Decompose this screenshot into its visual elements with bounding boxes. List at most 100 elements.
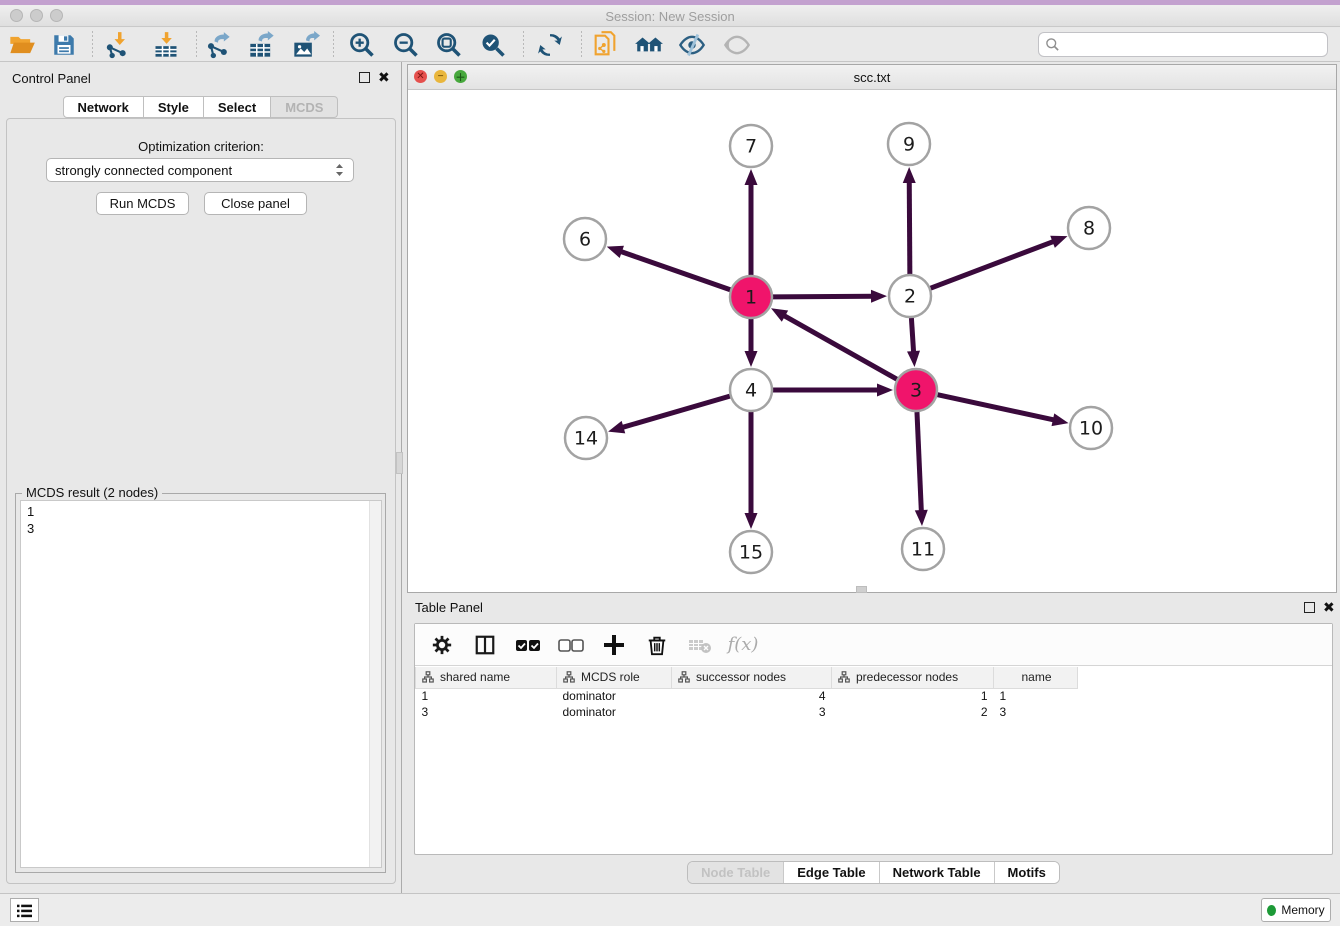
edge-arrowhead <box>1050 236 1067 248</box>
hide-selected-icon[interactable] <box>677 30 707 60</box>
search-input[interactable] <box>1060 35 1327 55</box>
graph-node-7[interactable]: 7 <box>730 125 772 167</box>
table-cell[interactable]: 1 <box>832 688 994 704</box>
column-header-MCDS-role[interactable]: MCDS role <box>557 667 672 688</box>
tab-network-table[interactable]: Network Table <box>880 862 995 883</box>
edge-3-11[interactable] <box>917 412 921 513</box>
graph-node-10[interactable]: 10 <box>1070 407 1112 449</box>
mcds-result-scrollbar[interactable] <box>369 501 381 867</box>
edge-3-10[interactable] <box>937 395 1055 421</box>
tab-node-table[interactable]: Node Table <box>688 862 784 883</box>
graph-node-15[interactable]: 15 <box>730 531 772 573</box>
search-box[interactable] <box>1038 32 1328 57</box>
table-cell[interactable]: 3 <box>416 704 557 720</box>
table-panel: Table Panel ✖ f(x) <box>407 595 1340 893</box>
network-window-titlebar[interactable]: ✕ − ＋ scc.txt <box>408 65 1336 90</box>
tab-style[interactable]: Style <box>144 96 204 118</box>
memory-status-dot <box>1267 905 1276 916</box>
graph-node-2[interactable]: 2 <box>889 275 931 317</box>
mcds-tab-content: Optimization criterion: strongly connect… <box>6 118 396 884</box>
optimization-criterion-value: strongly connected component <box>55 163 232 178</box>
delete-table-icon <box>687 632 713 658</box>
zoom-selected-icon[interactable] <box>478 30 508 60</box>
tab-select[interactable]: Select <box>204 96 271 118</box>
graph-node-3[interactable]: 3 <box>895 369 937 411</box>
tab-motifs[interactable]: Motifs <box>995 862 1059 883</box>
panel-divider-handle[interactable] <box>396 452 403 474</box>
task-history-button[interactable] <box>10 898 39 922</box>
table-toolbar: f(x) <box>415 624 1332 666</box>
deselect-all-icon[interactable] <box>558 632 584 658</box>
graph-node-9[interactable]: 9 <box>888 123 930 165</box>
first-neighbors-icon[interactable] <box>634 30 664 60</box>
graph-node-6[interactable]: 6 <box>564 218 606 260</box>
tab-edge-table[interactable]: Edge Table <box>784 862 879 883</box>
apply-layout-icon[interactable] <box>535 30 565 60</box>
export-network-icon[interactable] <box>203 30 233 60</box>
main-toolbar <box>0 28 1340 62</box>
table-divider-handle[interactable] <box>856 586 867 593</box>
table-cell[interactable]: dominator <box>557 704 672 720</box>
edge-2-9[interactable] <box>909 180 910 274</box>
edge-1-6[interactable] <box>619 251 730 290</box>
table-row[interactable]: 1dominator411 <box>416 688 1078 704</box>
node-table[interactable]: shared nameMCDS rolesuccessor nodesprede… <box>415 667 1078 720</box>
column-header-successor-nodes[interactable]: successor nodes <box>672 667 832 688</box>
edge-3-1[interactable] <box>782 315 896 380</box>
close-panel-icon[interactable]: ✖ <box>378 69 390 86</box>
svg-text:7: 7 <box>745 136 757 158</box>
titlebar: Session: New Session <box>0 5 1340 27</box>
edge-4-14[interactable] <box>621 396 730 428</box>
toolbar-separator <box>92 31 93 59</box>
table-cell[interactable]: dominator <box>557 688 672 704</box>
column-header-predecessor-nodes[interactable]: predecessor nodes <box>832 667 994 688</box>
add-icon[interactable] <box>601 632 627 658</box>
svg-text:11: 11 <box>911 539 935 561</box>
clone-network-icon[interactable] <box>590 30 620 60</box>
show-column-panel-icon[interactable] <box>472 632 498 658</box>
table-cell[interactable]: 1 <box>416 688 557 704</box>
graph-node-1[interactable]: 1 <box>730 276 772 318</box>
run-mcds-button[interactable]: Run MCDS <box>96 192 189 215</box>
edge-2-8[interactable] <box>931 241 1056 288</box>
graph-node-8[interactable]: 8 <box>1068 207 1110 249</box>
svg-text:1: 1 <box>745 287 757 309</box>
export-image-icon[interactable] <box>291 30 321 60</box>
graph-node-4[interactable]: 4 <box>730 369 772 411</box>
tab-network[interactable]: Network <box>63 96 144 118</box>
zoom-in-icon[interactable] <box>347 30 377 60</box>
graph-node-14[interactable]: 14 <box>565 417 607 459</box>
zoom-out-icon[interactable] <box>391 30 421 60</box>
float-panel-icon[interactable] <box>359 72 370 83</box>
open-session-icon[interactable] <box>7 30 37 60</box>
close-panel-button[interactable]: Close panel <box>204 192 307 215</box>
table-cell[interactable]: 3 <box>672 704 832 720</box>
table-cell[interactable]: 4 <box>672 688 832 704</box>
import-table-icon[interactable] <box>151 30 181 60</box>
window-title: Session: New Session <box>0 9 1340 24</box>
delete-icon[interactable] <box>644 632 670 658</box>
memory-button[interactable]: Memory <box>1261 898 1331 922</box>
edge-2-3[interactable] <box>911 318 913 354</box>
save-session-icon[interactable] <box>49 30 79 60</box>
float-table-panel-icon[interactable] <box>1304 602 1315 613</box>
graph-node-11[interactable]: 11 <box>902 528 944 570</box>
optimization-criterion-select[interactable]: strongly connected component <box>46 158 354 182</box>
import-network-icon[interactable] <box>103 30 133 60</box>
close-table-panel-icon[interactable]: ✖ <box>1323 599 1335 616</box>
column-header-name[interactable]: name <box>994 667 1078 688</box>
table-row[interactable]: 3dominator323 <box>416 704 1078 720</box>
control-panel-header: Control Panel ✖ <box>0 68 401 90</box>
table-cell[interactable]: 1 <box>994 688 1078 704</box>
zoom-fit-icon[interactable] <box>434 30 464 60</box>
gear-icon[interactable] <box>429 632 455 658</box>
network-canvas[interactable]: 7 9 6 8 1 2 4 3 14 10 15 11 <box>408 90 1336 592</box>
table-cell[interactable]: 2 <box>832 704 994 720</box>
export-table-icon[interactable] <box>247 30 277 60</box>
tab-mcds[interactable]: MCDS <box>271 96 338 118</box>
table-cell[interactable]: 3 <box>994 704 1078 720</box>
mcds-result-textarea[interactable]: 1 3 <box>20 500 382 868</box>
column-header-shared-name[interactable]: shared name <box>416 667 557 688</box>
edge-1-2[interactable] <box>773 296 874 297</box>
select-all-icon[interactable] <box>515 632 541 658</box>
